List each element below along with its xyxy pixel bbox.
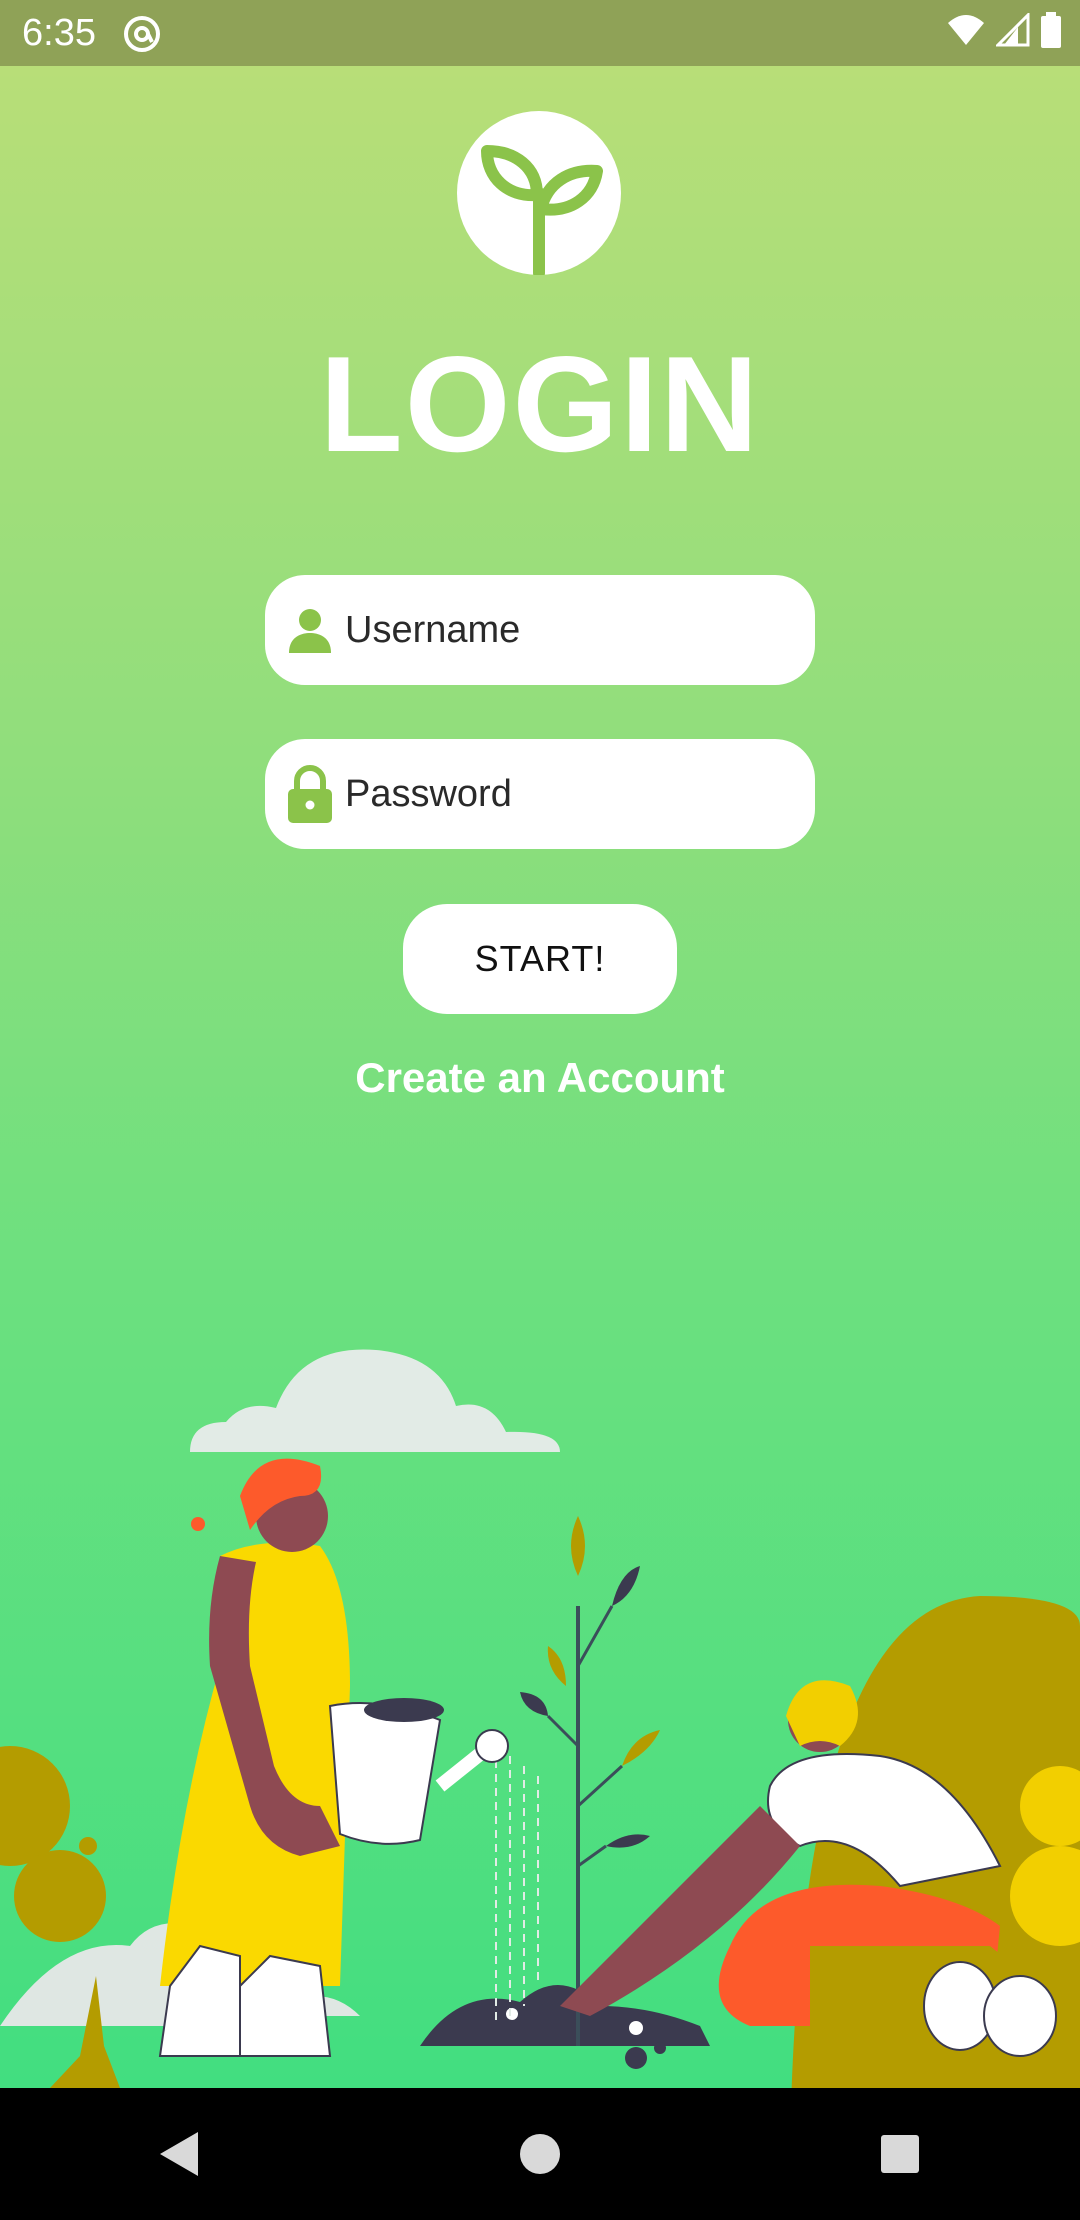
person-icon bbox=[287, 602, 333, 658]
lock-icon bbox=[287, 765, 333, 823]
password-field[interactable] bbox=[265, 739, 815, 849]
gardening-illustration bbox=[0, 1349, 1080, 2088]
system-nav-bar bbox=[0, 2088, 1080, 2220]
home-icon bbox=[520, 2134, 560, 2174]
password-input[interactable] bbox=[345, 772, 785, 816]
create-account-link[interactable]: Create an Account bbox=[0, 1054, 1080, 1102]
username-field[interactable] bbox=[265, 575, 815, 685]
at-sign-icon bbox=[124, 16, 160, 52]
status-icons bbox=[946, 12, 1062, 48]
back-button[interactable] bbox=[120, 2094, 240, 2214]
login-screen: LOGIN START! Create an Account bbox=[0, 66, 1080, 2088]
soil-shape bbox=[420, 1984, 710, 2046]
battery-icon bbox=[1041, 12, 1061, 48]
start-button[interactable]: START! bbox=[403, 904, 677, 1014]
status-bar: 6:35 bbox=[0, 0, 1080, 66]
sprout-icon bbox=[457, 111, 621, 279]
username-input[interactable] bbox=[345, 608, 785, 652]
signal-icon bbox=[996, 13, 1030, 47]
recents-button[interactable] bbox=[840, 2094, 960, 2214]
home-button[interactable] bbox=[480, 2094, 600, 2214]
wifi-icon bbox=[948, 15, 984, 45]
status-time: 6:35 bbox=[22, 12, 96, 54]
page-title: LOGIN bbox=[319, 328, 761, 480]
cloud-shape bbox=[190, 1349, 560, 1452]
back-icon bbox=[160, 2132, 198, 2176]
recents-icon bbox=[881, 2135, 919, 2173]
